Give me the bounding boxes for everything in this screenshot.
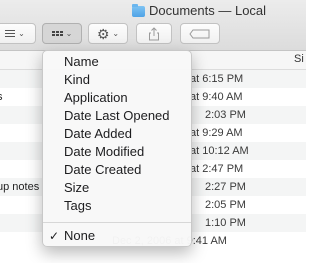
size-column-header[interactable]: Si [294, 53, 304, 65]
file-date: 2:03 PM [205, 109, 246, 121]
checkmark-icon: ✓ [49, 229, 60, 243]
share-icon [148, 26, 160, 41]
menu-item-label: Date Modified [64, 144, 145, 159]
menu-item-label: Tags [64, 198, 92, 213]
menu-item-label: Date Added [64, 126, 132, 141]
menu-item-size[interactable]: Size [43, 179, 191, 197]
file-date: at 2:47 PM [190, 163, 244, 175]
view-options-button[interactable]: ⌄ [0, 23, 36, 44]
file-date: at 6:15 PM [190, 73, 244, 85]
share-button[interactable] [136, 23, 172, 44]
group-by-icon [51, 31, 63, 36]
file-date: 2:27 PM [205, 181, 246, 193]
menu-separator [43, 222, 191, 223]
file-date: at 10:12 AM [190, 145, 249, 157]
group-by-menu: Name Kind Application Date Last Opened D… [42, 50, 192, 247]
chevron-down-icon: ⌄ [65, 29, 73, 38]
list-view-icon [5, 30, 16, 37]
chevron-down-icon: ⌄ [18, 29, 25, 38]
menu-item-name[interactable]: Name [43, 53, 191, 71]
menu-item-label: Kind [64, 72, 91, 87]
menu-item-kind[interactable]: Kind [43, 71, 191, 89]
menu-item-application[interactable]: Application [43, 89, 191, 107]
window-title-text: Documents — Local [149, 3, 267, 18]
file-name: up notes [0, 181, 40, 193]
menu-item-tags[interactable]: Tags [43, 197, 191, 215]
menu-item-label: Name [64, 54, 99, 69]
file-date: 2:05 PM [205, 199, 246, 211]
menu-item-date-modified[interactable]: Date Modified [43, 143, 191, 161]
folder-icon [132, 4, 145, 17]
menu-item-label: Size [64, 180, 90, 195]
menu-item-label: None [64, 228, 96, 243]
group-by-button[interactable]: ⌄ [42, 23, 82, 44]
tag-button[interactable] [180, 23, 220, 44]
tag-icon [189, 29, 211, 39]
file-date: 1:10 PM [205, 217, 246, 229]
menu-item-label: Application [64, 90, 128, 105]
menu-item-date-added[interactable]: Date Added [43, 125, 191, 143]
menu-item-date-last-opened[interactable]: Date Last Opened [43, 107, 191, 125]
file-name: s [0, 91, 3, 103]
file-date: at 9:29 AM [190, 127, 243, 139]
action-gear-icon: ⚙ [96, 25, 110, 42]
menu-item-label: Date Last Opened [64, 108, 170, 123]
action-button[interactable]: ⚙ ⌄ [88, 23, 128, 44]
window-title: Documents — Local [132, 3, 266, 18]
menu-item-label: Date Created [64, 162, 142, 177]
file-date: at 9:40 AM [190, 91, 243, 103]
menu-item-date-created[interactable]: Date Created [43, 161, 191, 179]
window-titlebar: Documents — Local ⌄ ⌄ ⚙ ⌄ [0, 0, 306, 51]
chevron-down-icon: ⌄ [112, 29, 120, 38]
menu-item-none[interactable]: ✓ None [43, 227, 191, 245]
